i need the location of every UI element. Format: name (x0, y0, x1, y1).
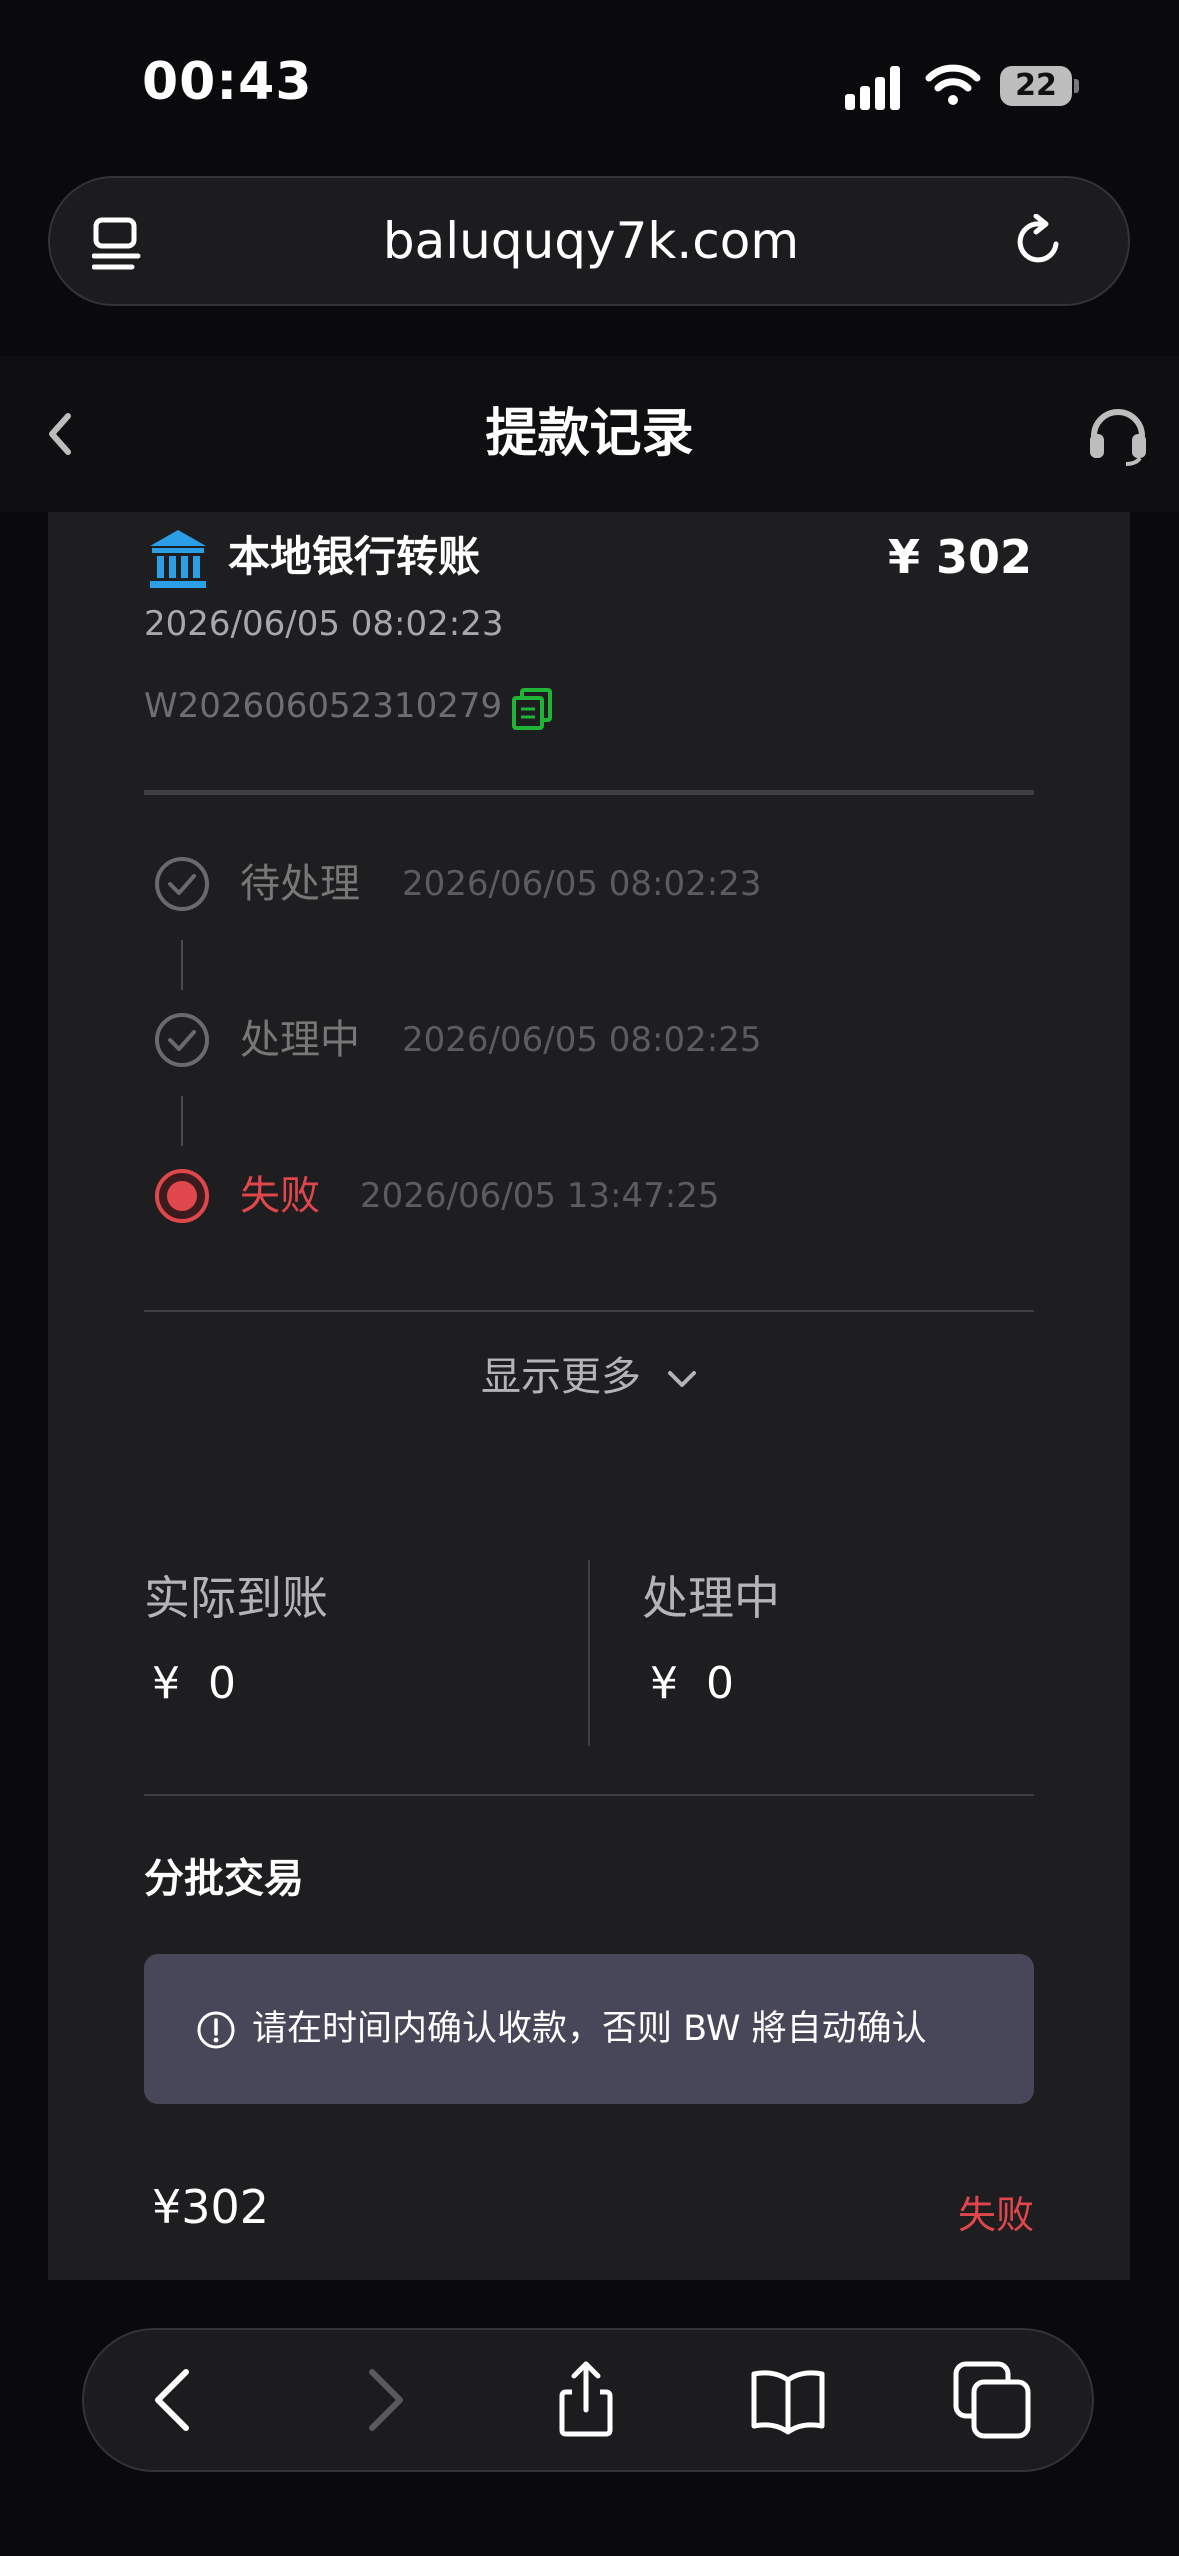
divider (144, 790, 1034, 795)
wifi-icon (925, 64, 981, 105)
batch-transactions-title: 分批交易 (144, 1856, 304, 1902)
actual-received-label: 实际到账 (144, 1571, 328, 1625)
step-done-check-icon (155, 857, 209, 911)
browser-back-icon[interactable] (136, 2360, 216, 2440)
status-time: 00:43 (142, 52, 313, 112)
customer-service-headset-icon[interactable] (1086, 400, 1150, 466)
url-text[interactable]: baluquqy7k.com (50, 178, 1132, 304)
step-label: 待处理 (240, 861, 360, 907)
notice-text: 请在时间内确认收款，否则 BW 將自动确认 (252, 2009, 927, 2049)
timeline-connector (181, 940, 183, 990)
browser-bottom-toolbar (82, 2328, 1094, 2472)
step-label: 处理中 (240, 1017, 360, 1063)
step-done-check-icon (155, 1013, 209, 1067)
show-more-button[interactable]: 显示更多 (48, 1342, 1130, 1412)
cellular-signal-icon (845, 66, 900, 110)
order-number: W202606052310279 (144, 686, 503, 726)
actual-received-value: ¥ 0 (152, 1658, 236, 1709)
processing-label: 处理中 (642, 1571, 780, 1625)
bank-icon (150, 530, 206, 588)
battery-level: 22 (1015, 68, 1057, 103)
reload-icon[interactable] (1010, 214, 1066, 270)
batch-status-badge: 失败 (957, 2193, 1034, 2237)
bookmarks-book-icon[interactable] (748, 2360, 828, 2440)
withdrawal-amount: ¥ 302 (887, 530, 1032, 584)
step-label-failed: 失败 (240, 1173, 320, 1219)
chevron-down-icon (668, 1371, 696, 1387)
battery-indicator: 22 (1000, 66, 1080, 106)
page-header: 提款记录 (0, 356, 1179, 512)
processing-value: ¥ 0 (650, 1658, 734, 1709)
payment-method: 本地银行转账 (228, 532, 481, 581)
step-time: 2026/06/05 08:02:25 (402, 1020, 762, 1060)
share-icon[interactable] (546, 2360, 626, 2440)
step-time: 2026/06/05 13:47:25 (360, 1176, 720, 1216)
step-time: 2026/06/05 08:02:23 (402, 864, 762, 904)
show-more-label: 显示更多 (481, 1354, 641, 1400)
withdrawal-record-card: 本地银行转账 ¥ 302 2026/06/05 08:02:23 W202606… (48, 512, 1130, 2280)
divider (144, 1310, 1034, 1312)
divider (144, 1794, 1034, 1796)
confirm-notice-banner: 请在时间内确认收款，否则 BW 將自动确认 (144, 1954, 1034, 2104)
batch-amount: ¥302 (152, 2180, 270, 2234)
created-time: 2026/06/05 08:02:23 (144, 604, 504, 644)
timeline-connector (181, 1096, 183, 1146)
address-bar[interactable]: baluquqy7k.com (48, 176, 1130, 306)
vertical-divider (588, 1560, 590, 1746)
copy-icon[interactable] (512, 688, 552, 730)
step-failed-icon (155, 1169, 209, 1223)
page-title: 提款记录 (485, 404, 694, 464)
browser-forward-icon[interactable] (342, 2360, 422, 2440)
info-circle-icon (197, 2011, 235, 2049)
tabs-icon[interactable] (952, 2360, 1032, 2440)
